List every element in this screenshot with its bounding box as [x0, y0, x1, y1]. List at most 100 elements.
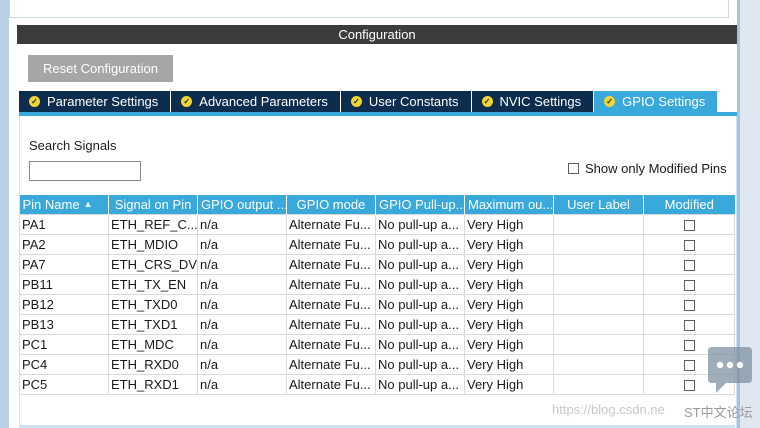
cell-user-label[interactable]	[553, 274, 644, 295]
table-row[interactable]: PA7 ETH_CRS_DV n/a Alternate Fu... No pull-u…	[19, 254, 735, 275]
search-signals-input[interactable]	[29, 161, 141, 181]
modified-checkbox[interactable]	[683, 240, 695, 252]
cell-gpio-output: n/a	[197, 314, 287, 335]
tab-nvic-settings[interactable]: ✓ NVIC Settings	[471, 91, 594, 112]
cell-gpio-output: n/a	[197, 374, 287, 395]
cell-gpio-pull: No pull-up a...	[375, 214, 465, 235]
reset-configuration-button[interactable]: Reset Configuration	[28, 55, 173, 82]
tab-label: NVIC Settings	[499, 94, 582, 109]
table-row[interactable]: PA2 ETH_MDIO n/a Alternate Fu... No pull-up …	[19, 234, 735, 255]
cell-signal: ETH_RXD0	[108, 354, 198, 375]
tab-advanced-parameters[interactable]: ✓ Advanced Parameters	[171, 91, 340, 112]
table-row[interactable]: PB12 ETH_TXD0 n/a Alternate Fu... No pull-up…	[19, 294, 735, 315]
cell-signal: ETH_TXD0	[108, 294, 198, 315]
cell-gpio-mode: Alternate Fu...	[286, 374, 376, 395]
cell-user-label[interactable]	[553, 294, 644, 315]
cell-gpio-output: n/a	[197, 334, 287, 355]
cell-user-label[interactable]	[553, 354, 644, 375]
cell-pin-name: PC4	[19, 354, 109, 375]
column-header-gpio-output[interactable]: GPIO output ...	[197, 195, 287, 215]
cell-signal: ETH_MDC	[108, 334, 198, 355]
tab-gpio-settings[interactable]: ✓ GPIO Settings	[594, 91, 718, 112]
cell-user-label[interactable]	[553, 374, 644, 395]
table-row[interactable]: PC1 ETH_MDC n/a Alternate Fu... No pull-up a…	[19, 334, 735, 355]
modified-checkbox[interactable]	[683, 220, 695, 232]
column-header-signal[interactable]: Signal on Pin	[108, 195, 198, 215]
column-header-user-label[interactable]: User Label	[553, 195, 644, 215]
chat-bubble-icon	[708, 347, 752, 393]
show-only-modified-toggle[interactable]: Show only Modified Pins	[568, 161, 727, 176]
cell-gpio-mode: Alternate Fu...	[286, 354, 376, 375]
cell-user-label[interactable]	[553, 334, 644, 355]
cell-pin-name: PA1	[19, 214, 109, 235]
cell-max-speed: Very High	[464, 294, 554, 315]
check-circle-icon: ✓	[481, 96, 493, 107]
tab-user-constants[interactable]: ✓ User Constants	[340, 91, 471, 112]
modified-checkbox[interactable]	[683, 320, 695, 332]
cell-gpio-output: n/a	[197, 274, 287, 295]
cell-modified	[643, 294, 735, 315]
cell-gpio-pull: No pull-up a...	[375, 254, 465, 275]
modified-checkbox[interactable]	[683, 380, 695, 392]
cell-pin-name: PA2	[19, 234, 109, 255]
cell-signal: ETH_REF_C...	[108, 214, 198, 235]
cell-gpio-pull: No pull-up a...	[375, 354, 465, 375]
cell-user-label[interactable]	[553, 314, 644, 335]
tab-parameter-settings[interactable]: ✓ Parameter Settings	[19, 91, 171, 112]
sort-ascending-icon: ▲	[83, 199, 93, 209]
check-circle-icon: ✓	[604, 96, 616, 107]
table-header-row: Pin Name ▲ Signal on Pin GPIO output ... …	[19, 195, 735, 215]
cell-user-label[interactable]	[553, 214, 644, 235]
gpio-signals-table: Pin Name ▲ Signal on Pin GPIO output ... …	[19, 195, 735, 395]
cell-gpio-pull: No pull-up a...	[375, 274, 465, 295]
column-header-modified[interactable]: Modified	[643, 195, 735, 215]
cell-gpio-output: n/a	[197, 214, 287, 235]
watermark-url: https://blog.csdn.ne	[552, 402, 665, 417]
modified-checkbox[interactable]	[683, 280, 695, 292]
cell-user-label[interactable]	[553, 254, 644, 275]
cell-modified	[643, 234, 735, 255]
cell-modified	[643, 214, 735, 235]
cell-pin-name: PB11	[19, 274, 109, 295]
cell-max-speed: Very High	[464, 374, 554, 395]
table-row[interactable]: PB13 ETH_TXD1 n/a Alternate Fu... No pull-up…	[19, 314, 735, 335]
modified-checkbox[interactable]	[683, 360, 695, 372]
cell-signal: ETH_CRS_DV	[108, 254, 198, 275]
tab-label: User Constants	[368, 94, 459, 109]
table-row[interactable]: PC4 ETH_RXD0 n/a Alternate Fu... No pull-up …	[19, 354, 735, 375]
column-header-pin-name[interactable]: Pin Name ▲	[19, 195, 109, 215]
cell-max-speed: Very High	[464, 214, 554, 235]
cell-gpio-output: n/a	[197, 234, 287, 255]
cell-gpio-output: n/a	[197, 294, 287, 315]
cell-gpio-pull: No pull-up a...	[375, 294, 465, 315]
table-row[interactable]: PB11 ETH_TX_EN n/a Alternate Fu... No pull-u…	[19, 274, 735, 295]
cell-gpio-mode: Alternate Fu...	[286, 314, 376, 335]
cell-pin-name: PA7	[19, 254, 109, 275]
column-header-gpio-pull[interactable]: GPIO Pull-up...	[375, 195, 465, 215]
configuration-header: Configuration	[17, 25, 737, 44]
cell-pin-name: PB13	[19, 314, 109, 335]
column-header-max-speed[interactable]: Maximum ou...	[464, 195, 554, 215]
cell-gpio-output: n/a	[197, 354, 287, 375]
table-row[interactable]: PC5 ETH_RXD1 n/a Alternate Fu... No pull-up …	[19, 374, 735, 395]
modified-checkbox[interactable]	[683, 260, 695, 272]
cell-signal: ETH_TX_EN	[108, 274, 198, 295]
tab-label: Parameter Settings	[47, 94, 159, 109]
show-only-modified-checkbox[interactable]	[568, 163, 579, 174]
modified-checkbox[interactable]	[683, 340, 695, 352]
cell-max-speed: Very High	[464, 354, 554, 375]
column-label: Pin Name	[22, 197, 80, 212]
tab-label: GPIO Settings	[622, 94, 706, 109]
column-header-gpio-mode[interactable]: GPIO mode	[286, 195, 376, 215]
modified-checkbox[interactable]	[683, 300, 695, 312]
cell-gpio-mode: Alternate Fu...	[286, 214, 376, 235]
cell-max-speed: Very High	[464, 274, 554, 295]
cell-gpio-mode: Alternate Fu...	[286, 334, 376, 355]
cell-max-speed: Very High	[464, 314, 554, 335]
cell-user-label[interactable]	[553, 234, 644, 255]
show-only-modified-label: Show only Modified Pins	[585, 161, 727, 176]
cell-max-speed: Very High	[464, 334, 554, 355]
cell-gpio-pull: No pull-up a...	[375, 334, 465, 355]
table-row[interactable]: PA1 ETH_REF_C... n/a Alternate Fu... No pull…	[19, 214, 735, 235]
cell-modified	[643, 314, 735, 335]
